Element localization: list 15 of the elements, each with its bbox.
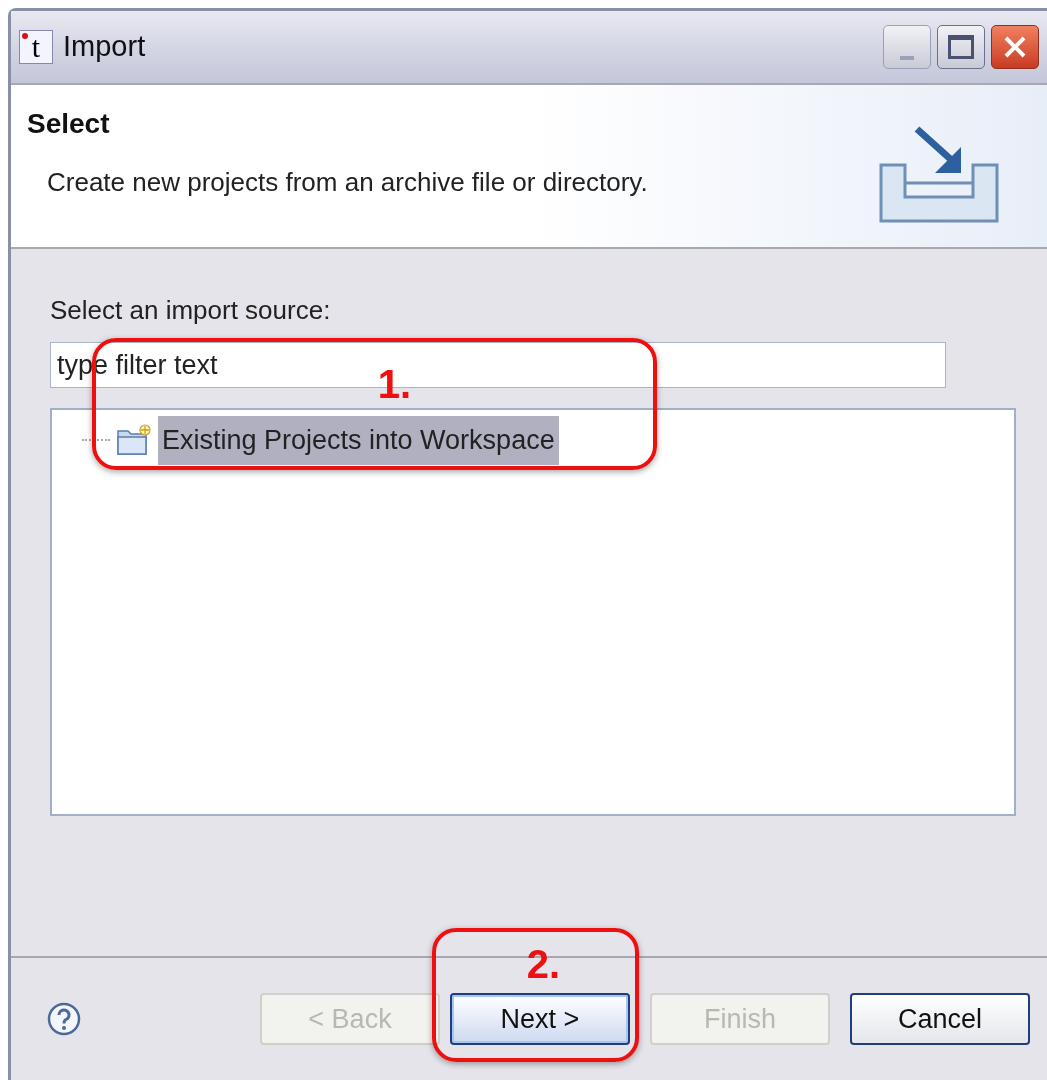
app-icon: t [19, 30, 53, 64]
wizard-button[interactable]: Next > [450, 993, 630, 1045]
source-label: Select an import source: [50, 294, 332, 327]
new-folder-icon [116, 423, 152, 458]
wizard-button[interactable]: Cancel [850, 993, 1030, 1045]
header-description: Create new projects from an archive file or directory. [46, 166, 648, 199]
maximize-button[interactable] [937, 25, 985, 69]
header-title: Select [27, 107, 111, 141]
window-title: Import [63, 29, 146, 65]
annotation-label: 2. [526, 944, 561, 984]
tree-item[interactable]: Existing Projects into Workspace [158, 416, 559, 465]
close-icon [1002, 34, 1028, 60]
help-icon[interactable] [47, 1002, 81, 1036]
import-icon [877, 125, 1001, 225]
close-button[interactable] [991, 25, 1039, 69]
